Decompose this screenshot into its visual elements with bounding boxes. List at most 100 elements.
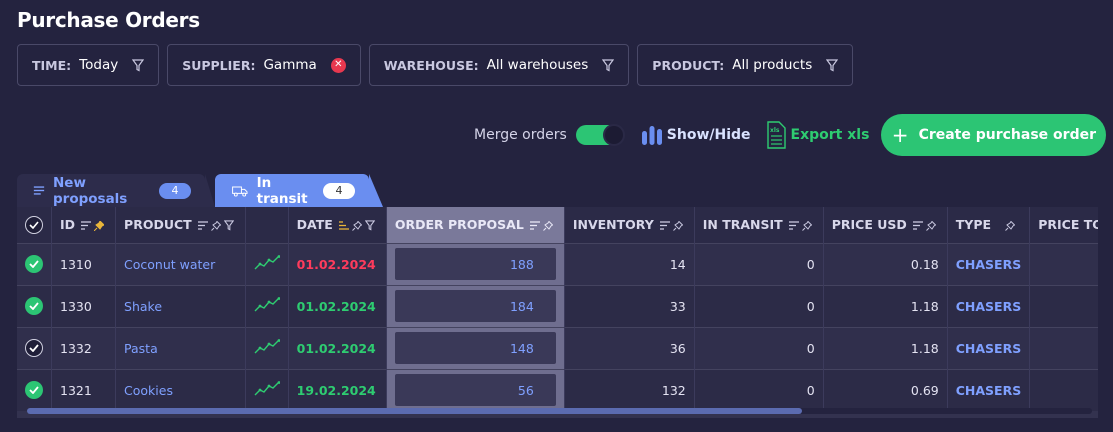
filter-warehouse[interactable]: WAREHOUSE: All warehouses <box>368 44 630 86</box>
pin-icon[interactable] <box>210 220 221 231</box>
filter-value: Today <box>79 57 119 73</box>
filter-supplier[interactable]: SUPPLIER: Gamma ✕ <box>167 44 361 86</box>
row-checkbox[interactable] <box>25 381 43 400</box>
create-purchase-order-label: Create purchase order <box>918 127 1096 143</box>
filter-icon[interactable] <box>223 220 234 231</box>
pin-icon[interactable] <box>351 220 362 231</box>
filter-icon[interactable] <box>364 220 375 231</box>
select-all-checkbox[interactable] <box>25 215 43 234</box>
column-header-product[interactable]: PRODUCT <box>115 207 246 243</box>
column-header-price-total[interactable]: PRICE TOTAL <box>1029 207 1098 243</box>
create-purchase-order-button[interactable]: + Create purchase order <box>881 114 1107 156</box>
cell-id: 1310 <box>51 242 117 285</box>
cell-order-proposal[interactable]: 184 <box>386 284 565 327</box>
tab-new-proposals[interactable]: New proposals 4 <box>17 174 215 207</box>
column-header-trend <box>245 207 289 243</box>
column-title: DATE <box>296 217 333 233</box>
show-hide-button[interactable]: Show/Hide <box>641 125 751 145</box>
column-header-in-transit[interactable]: IN TRANSIT <box>694 207 824 243</box>
order-proposal-input[interactable]: 184 <box>394 290 556 322</box>
trend-chart-icon[interactable] <box>254 254 281 274</box>
cell-order-proposal[interactable]: 148 <box>386 326 565 369</box>
row-select-cell[interactable] <box>17 284 52 327</box>
export-xls-label: Export xls <box>790 127 870 143</box>
sort-icon[interactable] <box>529 221 540 230</box>
cell-order-proposal[interactable]: 56 <box>386 368 565 411</box>
table-row[interactable]: 1321 Cookies 19.02.2024 56 132 0 0.69 CHASERS <box>17 368 1098 411</box>
pin-icon[interactable] <box>672 220 683 231</box>
filter-label: SUPPLIER: <box>182 57 256 73</box>
pin-icon[interactable] <box>542 220 553 231</box>
purchase-orders-table: ID PRODUCT DATE ORDER PROPOSAL INVENTORY… <box>17 207 1098 418</box>
row-select-cell[interactable] <box>17 242 52 285</box>
cell-order-proposal[interactable]: 188 <box>386 242 565 285</box>
cell-product-link[interactable]: Pasta <box>115 326 246 369</box>
sort-icon[interactable] <box>81 221 92 230</box>
cell-product-link[interactable]: Shake <box>115 284 246 327</box>
merge-orders-label: Merge orders <box>474 127 567 143</box>
clear-icon[interactable]: ✕ <box>330 57 346 73</box>
filter-icon[interactable] <box>826 58 839 72</box>
column-title: IN TRANSIT <box>702 217 783 233</box>
horizontal-scrollbar[interactable] <box>27 408 1092 414</box>
column-header-date[interactable]: DATE <box>288 207 387 243</box>
column-title: PRODUCT <box>124 217 192 233</box>
scrollbar-thumb[interactable] <box>27 408 802 414</box>
column-header-type[interactable]: TYPE <box>947 207 1031 243</box>
row-select-cell[interactable] <box>17 326 52 369</box>
sort-icon[interactable] <box>197 221 208 230</box>
order-proposal-input[interactable]: 148 <box>394 332 556 364</box>
cell-price-usd: 1.18 <box>823 326 948 369</box>
pin-icon[interactable] <box>925 220 936 231</box>
trend-cell[interactable] <box>245 368 289 411</box>
cell-type: CHASERS <box>947 368 1031 411</box>
filter-icon[interactable] <box>602 58 615 72</box>
plus-icon: + <box>891 123 909 147</box>
column-header-order-proposal[interactable]: ORDER PROPOSAL <box>386 207 565 243</box>
filter-time[interactable]: TIME: Today <box>17 44 160 86</box>
row-checkbox[interactable] <box>25 255 43 273</box>
filter-product[interactable]: PRODUCT: All products <box>637 44 854 86</box>
row-select-cell[interactable] <box>17 368 52 411</box>
cell-price-usd: 1.18 <box>823 284 948 327</box>
cell-product-link[interactable]: Cookies <box>115 368 246 411</box>
cell-date: 01.02.2024 <box>288 242 387 285</box>
toggle-knob <box>602 124 625 146</box>
export-xls-button[interactable]: xls Export xls <box>765 121 870 149</box>
table-row[interactable]: 1330 Shake 01.02.2024 184 33 0 1.18 CHASERS <box>17 284 1098 327</box>
cell-product-link[interactable]: Coconut water <box>115 242 246 285</box>
xls-file-icon: xls <box>766 121 786 149</box>
table-header-row: ID PRODUCT DATE ORDER PROPOSAL INVENTORY… <box>17 207 1098 243</box>
cell-in-transit: 0 <box>694 284 824 327</box>
table-row[interactable]: 1332 Pasta 01.02.2024 148 36 0 1.18 CHASERS <box>17 326 1098 369</box>
row-checkbox[interactable] <box>25 339 43 357</box>
column-header-id[interactable]: ID <box>51 207 117 243</box>
column-header-inventory[interactable]: INVENTORY <box>564 207 695 243</box>
table-row[interactable]: 1310 Coconut water 01.02.2024 188 14 0 0.18 CHA… <box>17 242 1098 285</box>
tab-in-transit[interactable]: In transit 4 <box>215 174 383 207</box>
pin-icon[interactable] <box>94 220 105 231</box>
trend-cell[interactable] <box>245 284 289 327</box>
order-proposal-input[interactable]: 56 <box>394 374 556 407</box>
filter-icon[interactable] <box>132 58 145 72</box>
pin-icon[interactable] <box>801 220 812 231</box>
order-proposal-input[interactable]: 188 <box>394 248 556 280</box>
trend-cell[interactable] <box>245 242 289 285</box>
toolbar: Merge orders Show/Hide xls Export xls + … <box>474 114 1107 156</box>
column-header-price-usd[interactable]: PRICE USD <box>823 207 948 243</box>
cell-id: 1330 <box>51 284 117 327</box>
cell-price-total <box>1029 242 1098 285</box>
sort-icon[interactable] <box>659 221 670 230</box>
trend-cell[interactable] <box>245 326 289 369</box>
trend-chart-icon[interactable] <box>254 380 281 400</box>
sort-ascending-icon[interactable] <box>338 221 349 230</box>
trend-chart-icon[interactable] <box>254 338 281 358</box>
row-checkbox[interactable] <box>25 297 43 315</box>
sort-icon[interactable] <box>912 221 923 230</box>
merge-orders-toggle[interactable] <box>575 124 625 146</box>
tab-count-badge: 4 <box>323 182 355 199</box>
pin-icon[interactable] <box>1005 220 1016 231</box>
sort-icon[interactable] <box>788 221 799 230</box>
select-all-header[interactable] <box>17 207 52 243</box>
trend-chart-icon[interactable] <box>254 296 281 316</box>
